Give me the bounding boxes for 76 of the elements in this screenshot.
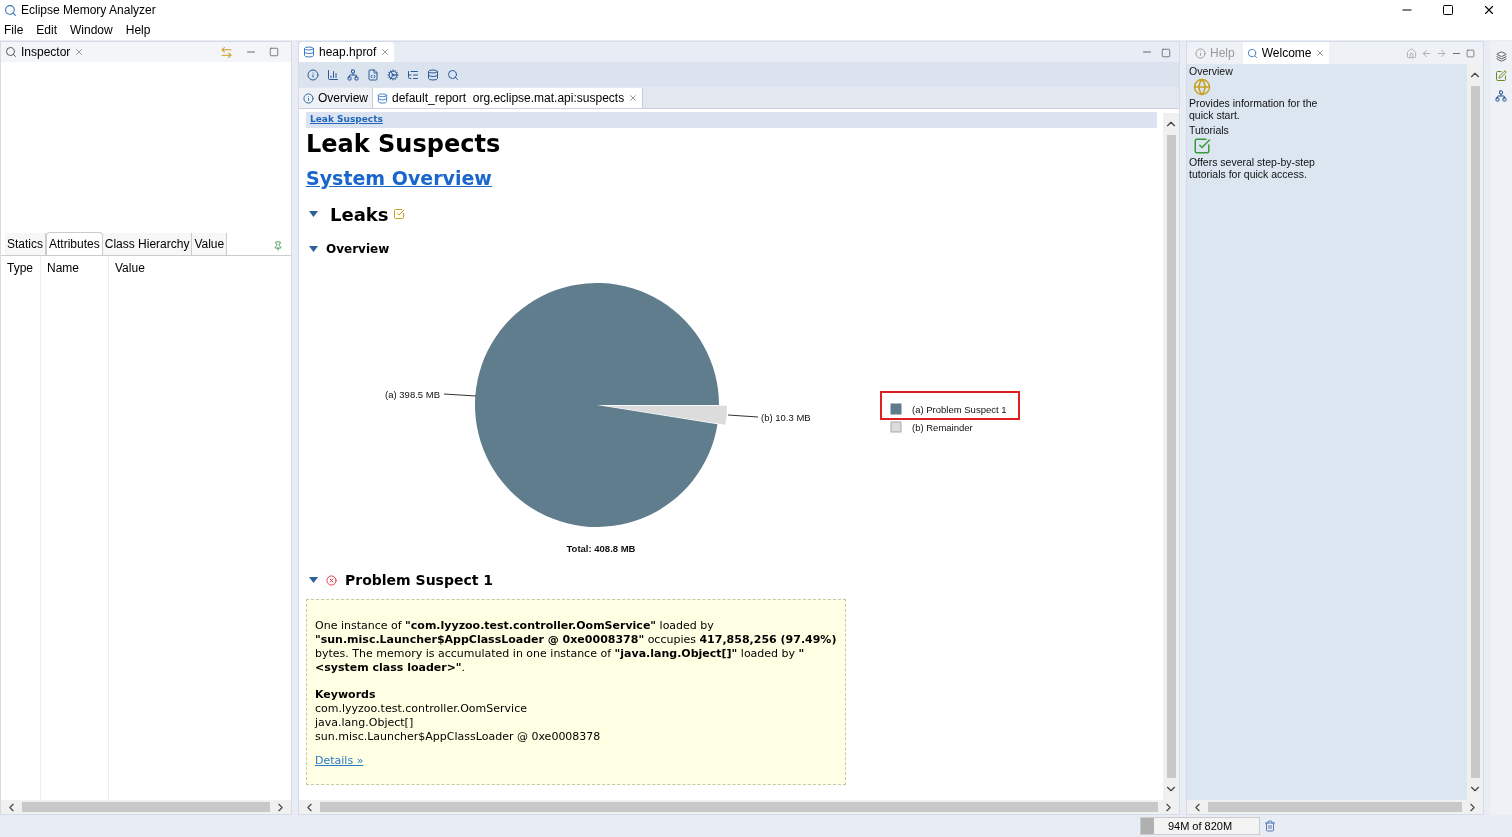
expand-triangle-icon[interactable]	[309, 577, 318, 583]
trash-icon[interactable]	[1264, 820, 1276, 832]
checklist-icon[interactable]	[1193, 137, 1211, 155]
keywords-heading: Keywords	[315, 687, 377, 702]
tree-icon[interactable]	[347, 68, 359, 81]
welcome-item-description: Provides information for the quick start.	[1189, 97, 1319, 121]
leader-line	[443, 393, 477, 396]
system-overview-link[interactable]: System Overview	[306, 167, 492, 189]
suspect-description: One instance of "com.lyyzoo.test.controller.OomService" loaded by "sun.misc.Launcher$AppClassLoader @ 0xe0008378" occupies 417,858,256 (97.49%) bytes. The memory is accumulated in one instance of "java.lang.Object[]" loaded by "<system class loader>".	[315, 618, 837, 675]
welcome-item-description: Offers several step-by-step tutorials for quick access.	[1189, 156, 1316, 180]
welcome-item-title[interactable]: Overview	[1189, 65, 1465, 77]
back-icon[interactable]	[1421, 47, 1432, 59]
detail-tab[interactable]: Value	[192, 233, 228, 255]
error-icon	[326, 574, 337, 586]
editor-tab[interactable]: heap.hprof	[299, 42, 395, 62]
report-tab[interactable]: default_report org.eclipse.mat.api:suspects	[373, 88, 644, 108]
tree-icon[interactable]	[1495, 90, 1507, 102]
slice-label: (a) 398.5 MB	[385, 388, 440, 400]
page-title: Leak Suspects	[306, 129, 502, 160]
database-icon	[377, 92, 388, 104]
info-icon[interactable]	[307, 68, 319, 81]
column-header[interactable]: Name	[47, 261, 79, 275]
view-tab[interactable]: Welcome	[1242, 42, 1330, 64]
expand-triangle-icon[interactable]	[309, 245, 318, 252]
list-icon[interactable]	[407, 68, 419, 81]
menu-item[interactable]: Edit	[36, 21, 58, 39]
vertical-scrollbar[interactable]	[1163, 113, 1179, 800]
database-icon	[303, 46, 315, 58]
bar-chart-icon[interactable]	[327, 68, 339, 81]
expand-triangle-icon[interactable]	[309, 211, 318, 217]
details-link[interactable]: Details »	[315, 753, 364, 767]
detail-tab[interactable]: Class Hierarchy	[102, 233, 193, 255]
report-tab[interactable]: Overview	[299, 88, 373, 108]
heap-reading: 94M of 820M	[1167, 818, 1233, 834]
menu-item[interactable]: File	[4, 21, 24, 39]
forward-icon[interactable]	[1436, 47, 1447, 59]
view-tab[interactable]: Inspector	[21, 43, 71, 61]
info-icon	[303, 92, 314, 104]
app-logo-icon	[4, 3, 17, 17]
horizontal-scrollbar[interactable]	[299, 800, 1179, 814]
sync-icon[interactable]	[220, 45, 233, 59]
keyword: java.lang.Object[]	[315, 715, 415, 730]
help-icon	[1195, 47, 1206, 59]
welcome-item-title[interactable]: Tutorials	[1189, 124, 1465, 136]
legend-label: (b) Remainder	[912, 421, 973, 433]
database-icon[interactable]	[427, 68, 439, 81]
column-header[interactable]: Type	[7, 261, 33, 275]
detail-tab[interactable]: Attributes	[46, 232, 103, 255]
slice-label: (b) 10.3 MB	[761, 411, 811, 423]
horizontal-scrollbar[interactable]	[1, 800, 291, 814]
edit-icon[interactable]	[1495, 70, 1507, 82]
breadcrumb-link[interactable]: Leak Suspects	[310, 113, 383, 127]
menu-item[interactable]: Window	[70, 21, 113, 39]
maximize-icon[interactable]	[1442, 4, 1454, 16]
suspect-heading: Problem Suspect 1	[345, 570, 494, 590]
vertical-scrollbar[interactable]	[1467, 64, 1483, 800]
leader-line	[727, 414, 759, 417]
horizontal-scrollbar[interactable]	[1187, 800, 1483, 814]
menu-item[interactable]: Help	[125, 21, 151, 39]
inspector-icon	[5, 46, 17, 58]
column-header[interactable]: Value	[115, 261, 145, 275]
detail-tab[interactable]: Statics	[5, 233, 46, 255]
subsection-heading: Overview	[326, 240, 390, 258]
chart-total: Total: 408.8 MB	[566, 542, 636, 554]
search-icon[interactable]	[447, 68, 459, 81]
close-icon[interactable]	[1482, 3, 1496, 17]
keyword: sun.misc.Launcher$AppClassLoader @ 0xe0008378	[315, 729, 602, 744]
gear-icon[interactable]	[387, 68, 399, 81]
file-code-icon[interactable]	[367, 68, 379, 81]
legend-label: (a) Problem Suspect 1	[912, 403, 1007, 415]
window-title: Eclipse Memory Analyzer	[21, 2, 157, 19]
keyword: com.lyyzoo.test.controller.OomService	[315, 701, 528, 716]
globe-icon[interactable]	[1193, 78, 1211, 96]
pin-icon[interactable]	[273, 241, 283, 251]
section-heading: Leaks	[330, 202, 389, 227]
home-icon[interactable]	[1406, 47, 1417, 59]
